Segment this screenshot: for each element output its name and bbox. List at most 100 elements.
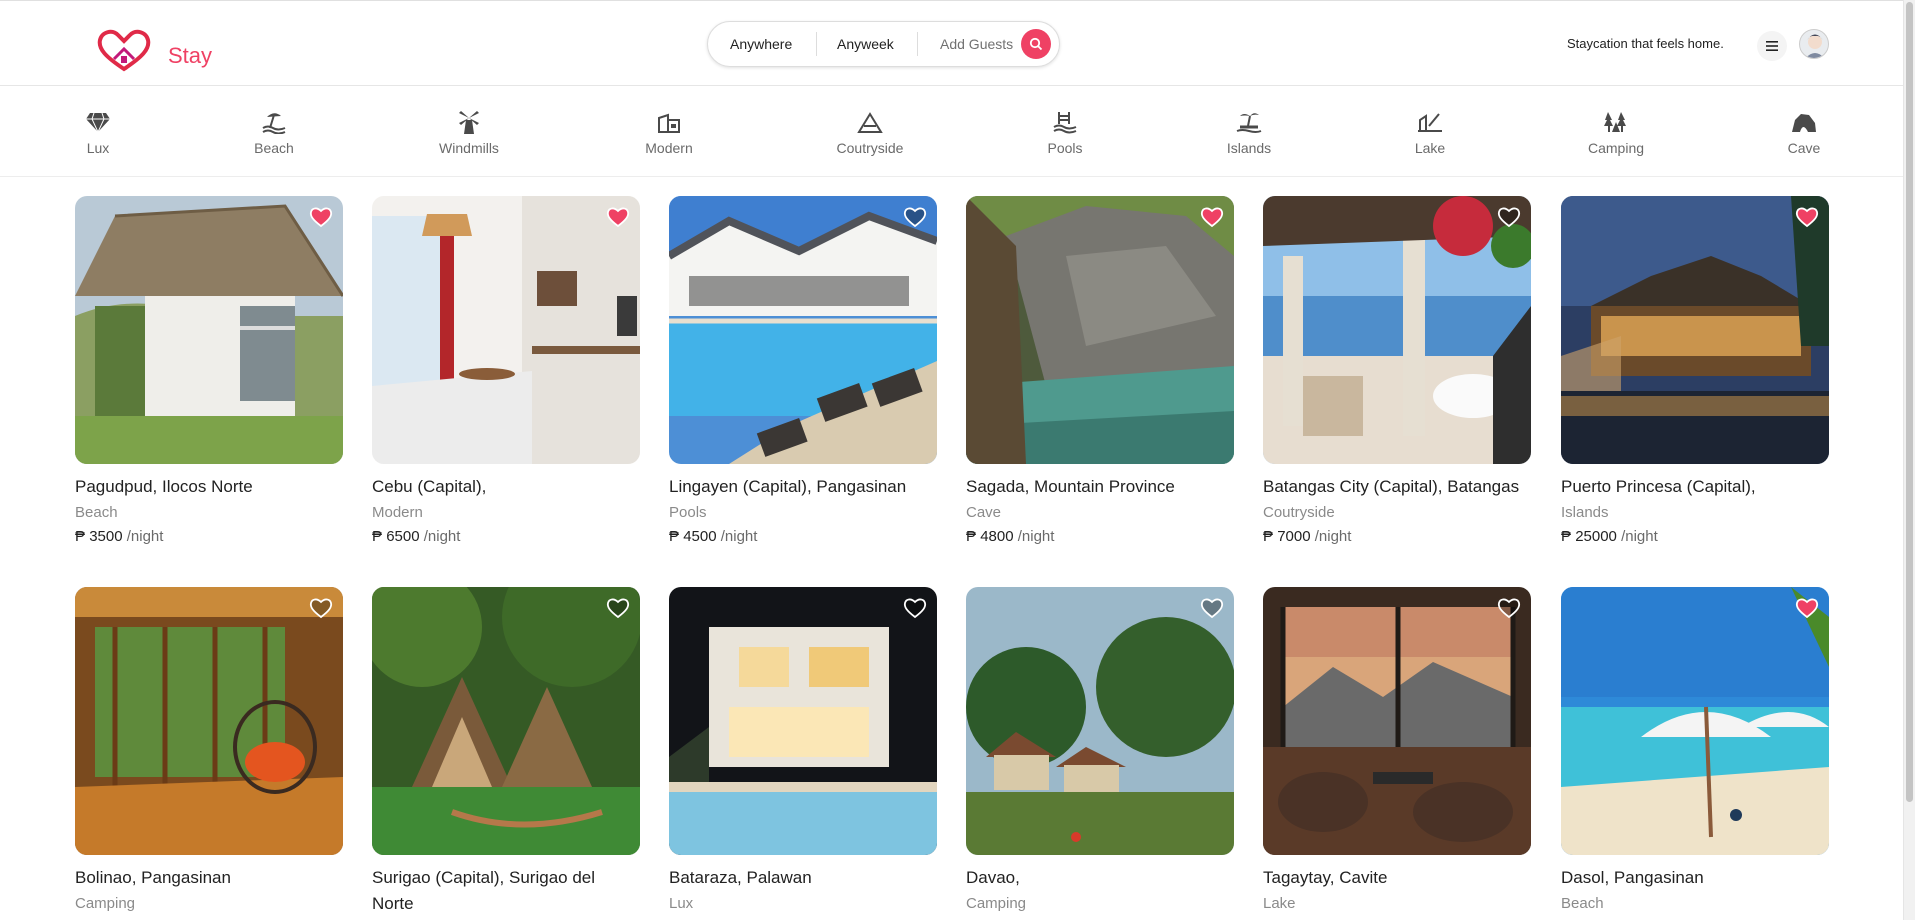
- camping-icon: [1604, 112, 1626, 132]
- listing-card[interactable]: Sagada, Mountain Province Cave ₱ 4800 /n…: [966, 196, 1234, 545]
- favorite-heart-icon[interactable]: [903, 597, 927, 619]
- category-islands[interactable]: Islands: [1226, 110, 1272, 156]
- listing-photo[interactable]: [372, 196, 640, 464]
- category-camping[interactable]: Camping: [1587, 110, 1645, 156]
- windmill-icon: [459, 111, 479, 134]
- listing-title: Bataraza, Palawan: [669, 868, 812, 887]
- listing-category: Islands: [1561, 504, 1609, 521]
- scrollbar-thumb[interactable]: [1906, 2, 1913, 802]
- category-label: Coutryside: [836, 140, 904, 156]
- beach-icon: [262, 113, 286, 134]
- favorite-heart-icon[interactable]: [606, 206, 630, 228]
- listing-card[interactable]: Bolinao, Pangasinan Camping: [75, 587, 343, 912]
- listing-title: Lingayen (Capital), Pangasinan: [669, 477, 907, 496]
- listing-card[interactable]: Tagaytay, Cavite Lake: [1263, 587, 1531, 912]
- listing-photo[interactable]: [966, 196, 1234, 464]
- listing-card[interactable]: Batangas City (Capital), Batangas Coutry…: [1263, 196, 1531, 545]
- listing-title: Davao,: [966, 868, 1020, 887]
- category-beach[interactable]: Beach: [252, 110, 296, 156]
- search-guests[interactable]: Add Guests: [940, 36, 1013, 52]
- listing-photo[interactable]: [669, 196, 937, 464]
- category-cave[interactable]: Cave: [1787, 110, 1821, 156]
- favorite-heart-icon[interactable]: [1795, 597, 1819, 619]
- listing-photo[interactable]: [1263, 196, 1531, 464]
- listing-photo[interactable]: [669, 587, 937, 855]
- listing-card[interactable]: Lingayen (Capital), Pangasinan Pools ₱ 4…: [669, 196, 937, 545]
- listing-photo[interactable]: [1561, 587, 1829, 855]
- category-label: Pools: [1047, 140, 1083, 156]
- menu-button[interactable]: [1757, 31, 1787, 61]
- listing-photo[interactable]: [1263, 587, 1531, 855]
- listing-card[interactable]: Puerto Princesa (Capital), Islands ₱ 250…: [1561, 196, 1829, 545]
- modern-house-icon: [658, 113, 680, 133]
- listing-photo[interactable]: [372, 587, 640, 855]
- category-lake[interactable]: Lake: [1414, 110, 1446, 156]
- category-label: Beach: [254, 140, 294, 156]
- user-avatar[interactable]: [1799, 29, 1829, 59]
- listing-photo[interactable]: [75, 196, 343, 464]
- listing-card[interactable]: Cebu (Capital), Modern ₱ 6500 /night: [372, 196, 640, 545]
- listing-card[interactable]: Pagudpud, Ilocos Norte Beach ₱ 3500 /nig…: [75, 196, 343, 545]
- listing-title: Pagudpud, Ilocos Norte: [75, 477, 253, 496]
- listing-price: ₱ 7000 /night: [1263, 528, 1531, 545]
- search-where[interactable]: Anywhere: [730, 36, 792, 52]
- search-when[interactable]: Anyweek: [837, 36, 894, 52]
- price-unit: /night: [1017, 528, 1055, 545]
- favorite-heart-icon[interactable]: [1497, 206, 1521, 228]
- price-unit: /night: [1314, 528, 1352, 545]
- listing-price: ₱ 4800 /night: [966, 528, 1234, 545]
- listing-card[interactable]: Surigao (Capital), Surigao del Norte: [372, 587, 640, 917]
- currency-symbol: ₱: [669, 528, 680, 545]
- countryside-icon: [857, 112, 883, 133]
- listing-category: Beach: [1561, 895, 1604, 912]
- price-value: 7000: [1277, 528, 1311, 545]
- listing-card[interactable]: Dasol, Pangasinan Beach: [1561, 587, 1829, 912]
- category-label: Islands: [1226, 140, 1272, 156]
- pool-icon: [1053, 112, 1077, 134]
- wooden-veranda-photo: [75, 587, 343, 855]
- top-header: Stay Anywhere Anyweek Add Guests Staycat…: [0, 0, 1903, 86]
- category-windmills[interactable]: Windmills: [432, 110, 506, 156]
- night-resort-photo: [1561, 196, 1829, 464]
- favorite-heart-icon[interactable]: [1200, 206, 1224, 228]
- search-button[interactable]: [1021, 29, 1051, 59]
- category-countryside[interactable]: Coutryside: [835, 110, 905, 156]
- listing-title: Sagada, Mountain Province: [966, 477, 1175, 496]
- listing-photo[interactable]: [75, 587, 343, 855]
- favorite-heart-icon[interactable]: [1497, 597, 1521, 619]
- listing-category: Coutryside: [1263, 504, 1335, 521]
- listing-category: Modern: [372, 504, 423, 521]
- price-value: 25000: [1575, 528, 1617, 545]
- listing-price: ₱ 6500 /night: [372, 528, 640, 545]
- listing-photo[interactable]: [966, 587, 1234, 855]
- favorite-heart-icon[interactable]: [309, 206, 333, 228]
- listing-title: Puerto Princesa (Capital),: [1561, 477, 1756, 496]
- page-scrollbar[interactable]: [1903, 0, 1915, 920]
- brand-name[interactable]: Stay: [168, 43, 212, 69]
- listing-title: Surigao (Capital), Surigao del Norte: [372, 868, 596, 913]
- favorite-heart-icon[interactable]: [309, 597, 333, 619]
- category-modern[interactable]: Modern: [643, 110, 695, 156]
- category-pools[interactable]: Pools: [1046, 110, 1084, 156]
- category-lux[interactable]: Lux: [80, 110, 116, 156]
- favorite-heart-icon[interactable]: [1200, 597, 1224, 619]
- lake-icon: [1418, 113, 1442, 132]
- tagline: Staycation that feels home.: [1567, 36, 1724, 51]
- price-unit: /night: [423, 528, 461, 545]
- heart-house-logo-icon[interactable]: [96, 29, 152, 73]
- favorite-heart-icon[interactable]: [606, 597, 630, 619]
- listing-category: Beach: [75, 504, 118, 521]
- currency-symbol: ₱: [1561, 528, 1572, 545]
- price-unit: /night: [126, 528, 164, 545]
- listing-photo[interactable]: [1561, 196, 1829, 464]
- listing-category: Lux: [669, 895, 694, 912]
- island-icon: [1236, 113, 1262, 133]
- listing-card[interactable]: Bataraza, Palawan Lux: [669, 587, 937, 912]
- search-bar[interactable]: Anywhere Anyweek Add Guests: [707, 21, 1060, 67]
- listing-title: Tagaytay, Cavite: [1263, 868, 1388, 887]
- umbrella-beach-photo: [1561, 587, 1829, 855]
- listing-card[interactable]: Davao, Camping: [966, 587, 1234, 912]
- favorite-heart-icon[interactable]: [903, 206, 927, 228]
- favorite-heart-icon[interactable]: [1795, 206, 1819, 228]
- a-frame-cabin-photo: [372, 587, 640, 855]
